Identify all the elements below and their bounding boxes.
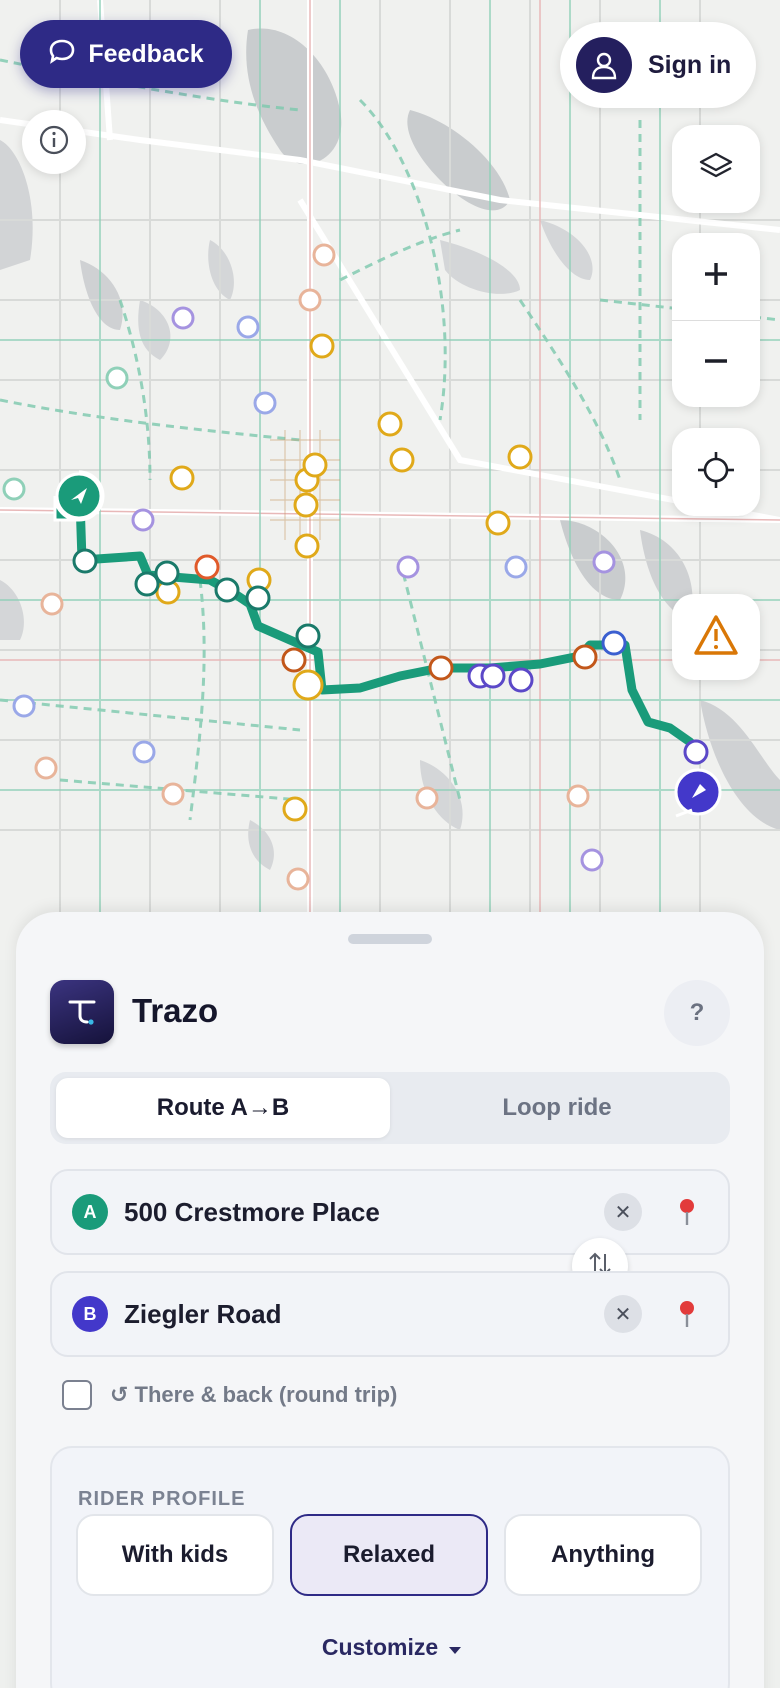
hazard-report-button[interactable] [672, 594, 760, 680]
crosshair-icon [696, 450, 736, 495]
profile-relaxed-button[interactable]: Relaxed [290, 1514, 488, 1596]
origin-badge: A [72, 1194, 108, 1230]
map-view[interactable]: Feedback Sign in [0, 0, 780, 960]
map-pin-icon [680, 1301, 694, 1327]
plus-icon [701, 259, 731, 294]
destination-badge: B [72, 1296, 108, 1332]
tab-loop-ride[interactable]: Loop ride [390, 1078, 724, 1138]
help-button[interactable]: ? [664, 980, 730, 1046]
destination-field[interactable]: B Ziegler Road ✕ [50, 1271, 730, 1357]
origin-field[interactable]: A 500 Crestmore Place ✕ [50, 1169, 730, 1255]
profile-anything-button[interactable]: Anything [504, 1514, 702, 1596]
origin-value[interactable]: 500 Crestmore Place [124, 1197, 604, 1228]
warning-icon [693, 614, 739, 661]
app-name: Trazo [132, 992, 219, 1029]
info-button[interactable] [22, 110, 86, 174]
round-trip-label: ↺ There & back (round trip) [110, 1382, 398, 1407]
route-planner-sheet: Trazo ? Route A→B Loop ride A 500 Crestm… [16, 912, 764, 1688]
zoom-control [672, 233, 760, 407]
rider-profile-title: RIDER PROFILE [78, 1488, 246, 1510]
info-icon [38, 124, 70, 161]
clear-destination-button[interactable]: ✕ [604, 1295, 642, 1333]
tab-route-a-b[interactable]: Route A→B [56, 1078, 390, 1138]
customize-label: Customize [321, 1634, 439, 1660]
destination-value[interactable]: Ziegler Road [124, 1299, 604, 1330]
route-mode-tabs: Route A→B Loop ride [50, 1072, 730, 1144]
sign-in-button[interactable]: Sign in [560, 22, 756, 108]
round-trip-option[interactable]: ↺ There & back (round trip) [62, 1380, 397, 1410]
pin-destination-button[interactable] [672, 1299, 702, 1329]
end-marker-icon[interactable] [672, 766, 724, 818]
pin-origin-button[interactable] [672, 1197, 702, 1227]
start-marker-icon[interactable] [53, 470, 105, 522]
zoom-in-button[interactable] [672, 233, 760, 320]
map-canvas[interactable] [0, 0, 780, 960]
zoom-out-button[interactable] [672, 321, 760, 408]
map-pin-icon [680, 1199, 694, 1225]
layers-icon [698, 149, 734, 190]
feedback-button[interactable]: Feedback [20, 20, 232, 88]
rider-profile-card: RIDER PROFILE With kids Relaxed Anything… [50, 1446, 730, 1688]
feedback-label: Feedback [88, 39, 204, 68]
profile-with-kids-button[interactable]: With kids [76, 1514, 274, 1596]
layers-button[interactable] [672, 125, 760, 213]
app-logo [50, 980, 114, 1044]
sheet-drag-handle[interactable] [348, 934, 432, 944]
clear-origin-button[interactable]: ✕ [604, 1193, 642, 1231]
locate-me-button[interactable] [672, 428, 760, 516]
customize-button[interactable]: Customize [52, 1634, 732, 1661]
round-trip-checkbox[interactable] [62, 1380, 92, 1410]
caret-down-icon [448, 1634, 462, 1661]
sign-in-label: Sign in [648, 50, 732, 79]
user-icon [576, 37, 632, 93]
minus-icon [701, 346, 731, 381]
feedback-bubble-icon [48, 37, 76, 72]
